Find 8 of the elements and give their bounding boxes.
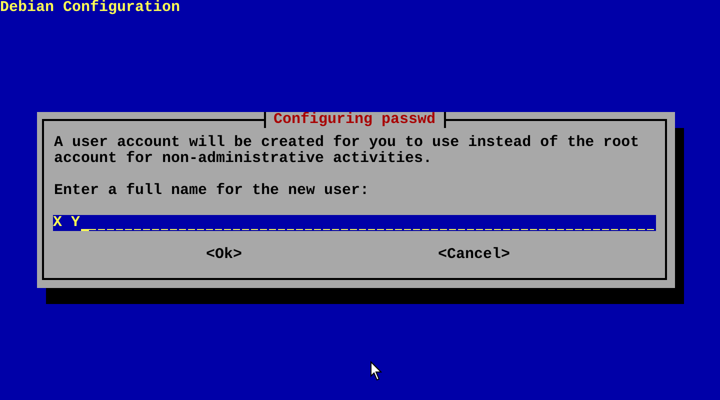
field-prompt: Enter a full name for the new user:: [54, 183, 370, 199]
dialog-message: A user account will be created for you to use instead of the root account for non-administrative activities.: [54, 135, 640, 167]
dialog-title: Configuring passwd: [263, 112, 446, 128]
mouse-pointer-icon: [370, 361, 382, 381]
dialog-button[interactable]: <Cancel>: [438, 247, 510, 263]
full-name-field[interactable]: X Y: [53, 215, 656, 231]
screen-title: Debian Configuration: [0, 0, 180, 16]
dialog-button[interactable]: <Ok>: [206, 247, 242, 263]
